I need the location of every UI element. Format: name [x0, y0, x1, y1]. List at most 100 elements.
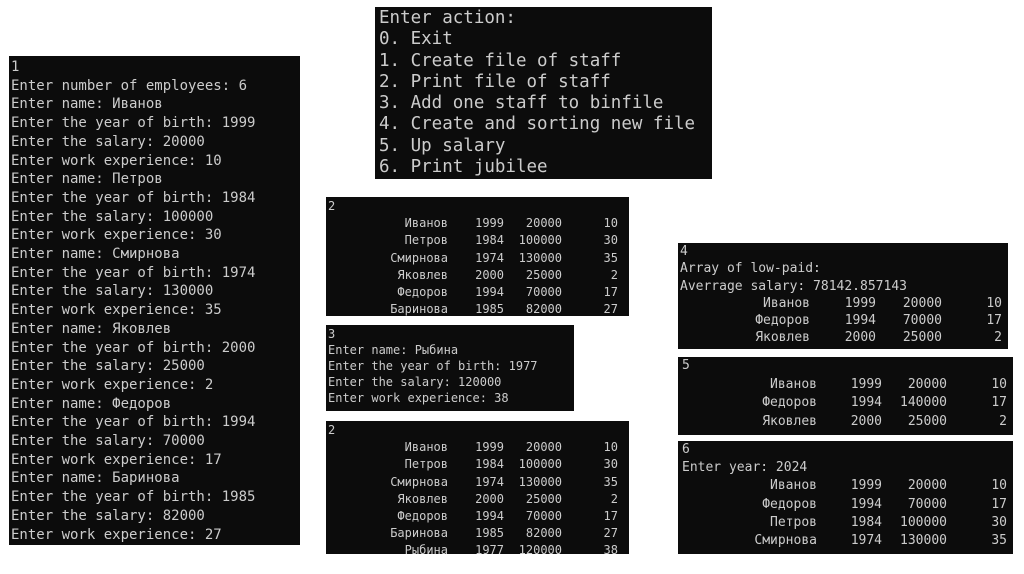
console-header: 4	[680, 244, 688, 259]
menu-prompt: Enter action:	[379, 8, 516, 28]
table-row: Баринова 1985 82000 27	[328, 525, 629, 542]
experience: 38	[603, 543, 618, 554]
low-paid-title: Array of low-paid:	[680, 261, 821, 277]
console-line: Enter name: Баринова	[11, 470, 180, 487]
salary: 130000	[900, 533, 947, 549]
console-line: Enter the year of birth: 1984	[11, 189, 256, 206]
table-row: Петров 1984 100000 30	[328, 232, 629, 249]
menu-item-jubilee: 6. Print jubilee	[379, 157, 548, 178]
salary: 70000	[902, 313, 942, 329]
birth-year: 2000	[475, 267, 504, 282]
table-row: Иванов 1999 20000 10	[682, 376, 1013, 395]
experience: 10	[603, 440, 618, 455]
salary: 100000	[900, 514, 947, 530]
add-staff-console-window: 3 Enter name: Рыбина Enter the year of bir…	[326, 325, 574, 411]
menu-item-sort: 4. Create and sorting new file	[379, 114, 696, 135]
employee-name: Петров	[404, 457, 448, 472]
birth-year: 1994	[475, 285, 504, 300]
console-line: Enter the salary: 130000	[11, 283, 214, 300]
experience: 35	[991, 533, 1007, 549]
table-row: Федоров 1994 70000 17	[328, 508, 629, 525]
experience: 30	[991, 514, 1007, 530]
table-row: Яковлев 2000 25000 2	[682, 413, 1013, 432]
salary: 140000	[900, 395, 947, 410]
table-row: Яковлев 2000 25000 2	[680, 329, 1008, 346]
console-header: 2	[328, 423, 336, 437]
salary: 130000	[518, 474, 562, 489]
employee-name: Яковлев	[397, 267, 448, 282]
birth-year: 1999	[475, 440, 504, 455]
birth-year: 1999	[844, 295, 876, 311]
salary: 82000	[525, 302, 562, 316]
console-line: Enter the year of birth: 2000	[11, 339, 256, 356]
salary: 70000	[907, 496, 947, 512]
employee-name: Яковлев	[762, 413, 817, 429]
experience: 27	[603, 526, 618, 541]
console-line: Enter the salary: 20000	[11, 133, 205, 150]
table-row: Петров 1984 100000 30	[328, 456, 629, 473]
experience: 30	[603, 457, 618, 472]
birth-year: 1984	[475, 457, 504, 472]
menu-item-print: 2. Print file of staff	[379, 71, 611, 92]
table-row: Иванов 1999 20000 10	[682, 477, 1013, 495]
salary: 70000	[525, 285, 562, 300]
birth-year: 1994	[850, 496, 882, 512]
employee-name: Федоров	[762, 496, 817, 512]
staff-table: Иванов 1999 20000 10 Петров 1984 100000 30 Смирн…	[328, 439, 629, 554]
console-line: Enter name: Рыбина	[328, 343, 459, 357]
birth-year: 1994	[844, 313, 876, 329]
salary: 20000	[525, 440, 562, 455]
employee-name: Федоров	[755, 313, 810, 329]
experience: 17	[991, 395, 1007, 410]
employee-name: Смирнова	[390, 250, 448, 265]
staff-table: Иванов 1999 20000 10 Федоров 1994 140000 17 Яков…	[682, 376, 1013, 432]
console-header: 2	[328, 199, 336, 213]
print-file-after-add-console-window: 2 Иванов 1999 20000 10 Петров 1984 100000 30 Сми…	[326, 421, 629, 554]
salary: 70000	[525, 509, 562, 524]
jubilee-console-window: 6 Enter year: 2024 Иванов 1999 20000 10 Федо…	[678, 441, 1013, 554]
birth-year: 1974	[475, 250, 504, 265]
salary: 120000	[518, 543, 562, 554]
birth-year: 2000	[844, 330, 876, 346]
employee-name: Яковлев	[755, 330, 810, 346]
birth-year: 1984	[475, 233, 504, 248]
table-row: Смирнова 1974 130000 35	[328, 250, 629, 267]
enter-year-line: Enter year: 2024	[682, 460, 808, 476]
birth-year: 1974	[850, 533, 882, 549]
table-row: Иванов 1999 20000 10	[328, 439, 629, 456]
employee-name: Петров	[770, 514, 817, 530]
print-file-console-window: 2 Иванов 1999 20000 10 Петров 1984 100000 30 Сми…	[326, 197, 629, 316]
birth-year: 1999	[475, 216, 504, 231]
console-line: Enter the salary: 120000	[328, 375, 502, 389]
table-row: Баринова 1985 82000 27	[328, 301, 629, 316]
console-line: Enter number of employees: 6	[11, 77, 248, 94]
table-row: Иванов 1999 20000 10	[328, 215, 629, 232]
employee-name: Смирнова	[754, 533, 817, 549]
employee-name: Петров	[404, 233, 448, 248]
console-line: Enter name: Федоров	[11, 395, 172, 412]
employee-name: Иванов	[404, 440, 448, 455]
experience: 27	[603, 302, 618, 316]
console-header: 5	[682, 358, 690, 373]
table-row: Смирнова 1974 130000 35	[328, 474, 629, 491]
console-line: Enter the salary: 100000	[11, 208, 214, 225]
console-line: Enter name: Иванов	[11, 96, 163, 113]
salary: 100000	[518, 233, 562, 248]
console-line: Enter work experience: 17	[11, 451, 222, 468]
birth-year: 1999	[850, 478, 882, 494]
menu-item-add: 3. Add one staff to binfile	[379, 93, 664, 114]
console-line: 1	[11, 59, 20, 75]
console-line: Enter the year of birth: 1994	[11, 414, 256, 431]
experience: 10	[991, 376, 1007, 392]
console-line: Enter work experience: 38	[328, 391, 509, 405]
salary: 20000	[907, 376, 947, 392]
birth-year: 1974	[475, 474, 504, 489]
up-salary-console-window: 5 Иванов 1999 20000 10 Федоров 1994 140000 17 Як…	[678, 357, 1013, 435]
low-paid-console-window: 4 Array of low-paid: Averrage salary: 78…	[678, 243, 1008, 349]
employee-name: Смирнова	[390, 474, 448, 489]
birth-year: 2000	[475, 491, 504, 506]
console-line: Enter the year of birth: 1974	[11, 264, 256, 281]
console-line: Enter work experience: 2	[11, 376, 214, 393]
menu-item-up-salary: 5. Up salary	[379, 135, 506, 156]
experience: 10	[991, 478, 1007, 494]
